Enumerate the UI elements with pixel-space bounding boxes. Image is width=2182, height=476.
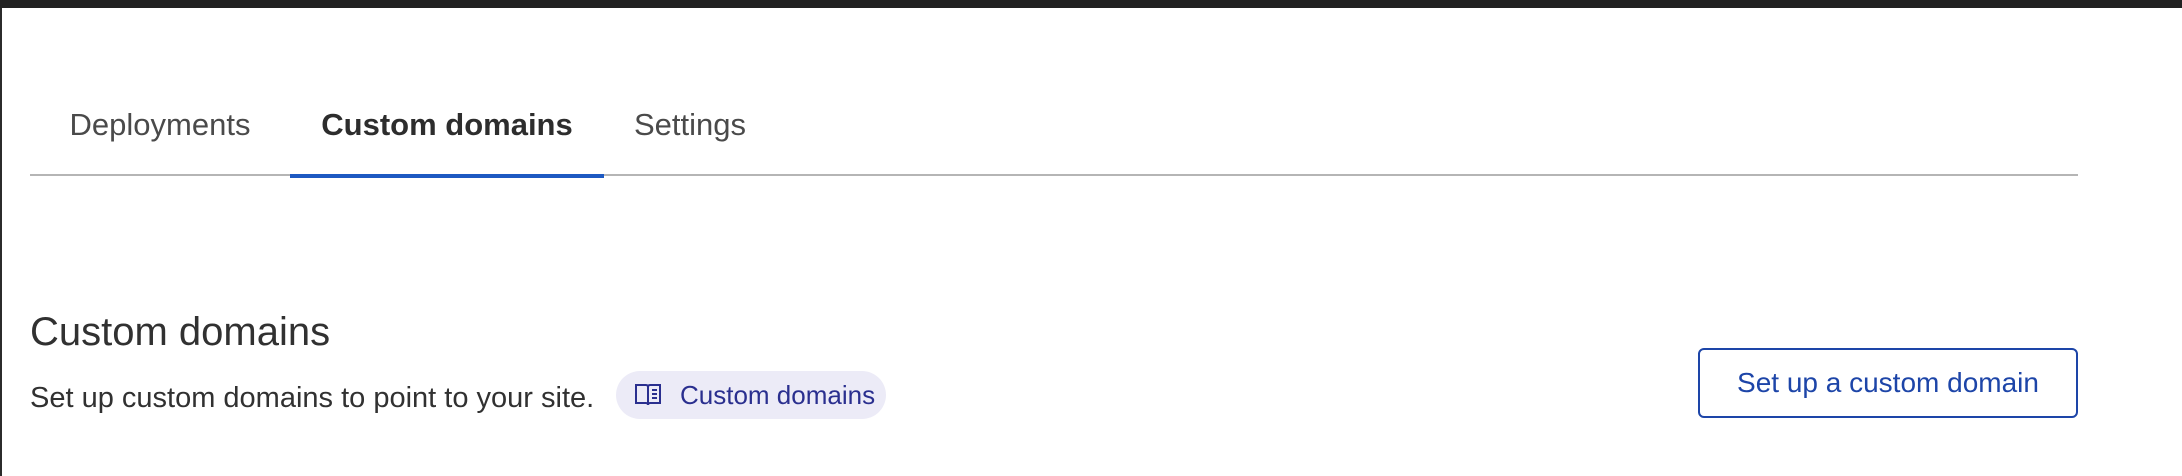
section-title: Custom domains	[30, 310, 331, 354]
section-description: Set up custom domains to point to your s…	[30, 382, 595, 414]
project-tabs: Deployments Custom domains Settings	[30, 100, 2078, 178]
tab-custom-domains-label: Custom domains	[321, 107, 573, 142]
custom-domains-docs-link[interactable]: Custom domains	[616, 371, 886, 419]
book-icon	[634, 381, 662, 409]
tab-custom-domains[interactable]: Custom domains	[290, 100, 604, 178]
tab-settings-label: Settings	[633, 107, 746, 142]
tab-settings[interactable]: Settings	[604, 100, 776, 176]
window-top-bar	[0, 0, 2182, 8]
tab-deployments-label: Deployments	[69, 107, 251, 142]
window-left-edge	[0, 8, 2, 476]
docs-link-label: Custom domains	[680, 379, 876, 410]
setup-custom-domain-button[interactable]: Set up a custom domain	[1698, 348, 2078, 418]
tab-deployments[interactable]: Deployments	[30, 100, 290, 176]
